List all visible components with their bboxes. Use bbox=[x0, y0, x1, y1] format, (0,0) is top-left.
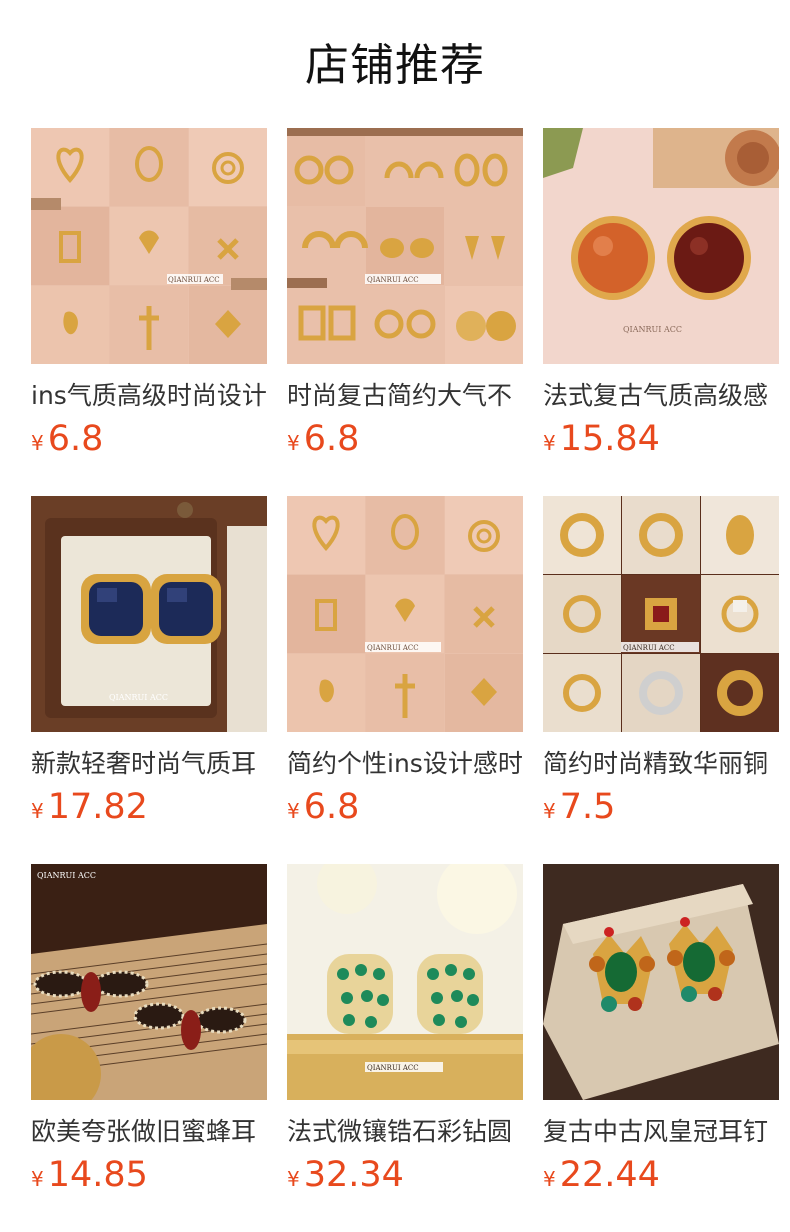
product-image[interactable]: QIANRUI ACC bbox=[543, 128, 779, 364]
product-name[interactable]: 简约个性ins设计感时 bbox=[287, 744, 523, 784]
product-image[interactable]: QIANRUI ACC bbox=[287, 128, 523, 364]
svg-text:QIANRUI ACC: QIANRUI ACC bbox=[168, 276, 220, 284]
price-amount: 6.8 bbox=[47, 419, 104, 459]
price-amount: 6.8 bbox=[303, 419, 360, 459]
price-amount: 7.5 bbox=[559, 787, 616, 827]
product-name[interactable]: ins气质高级时尚设计 bbox=[31, 376, 267, 416]
product-price: ¥6.8 bbox=[287, 786, 359, 828]
product-price: ¥17.82 bbox=[31, 786, 148, 828]
currency-symbol: ¥ bbox=[31, 799, 44, 823]
currency-symbol: ¥ bbox=[543, 799, 556, 823]
svg-text:QIANRUI ACC: QIANRUI ACC bbox=[37, 871, 96, 880]
gold-pendants-image: QIANRUI ACC bbox=[287, 496, 523, 732]
product-image[interactable]: QIANRUI ACC bbox=[287, 864, 523, 1100]
gold-hoops-image: QIANRUI ACC bbox=[287, 128, 523, 364]
price-amount: 15.84 bbox=[559, 419, 660, 459]
product-card[interactable]: QIANRUI ACC ins气质高级时尚设计 ¥6.8 bbox=[31, 128, 267, 464]
product-price: ¥6.8 bbox=[287, 418, 359, 460]
product-name[interactable]: 欧美夸张做旧蜜蜂耳 bbox=[31, 1112, 267, 1152]
product-price: ¥22.44 bbox=[543, 1154, 660, 1196]
amber-studs-image: QIANRUI ACC bbox=[543, 128, 779, 364]
currency-symbol: ¥ bbox=[543, 1167, 556, 1191]
product-card[interactable]: QIANRUI ACC 法式微镶锆石彩钻圆 ¥32.34 bbox=[287, 864, 523, 1200]
product-card[interactable]: QIANRUI ACC 欧美夸张做旧蜜蜂耳 ¥14.85 bbox=[31, 864, 267, 1200]
svg-text:QIANRUI ACC: QIANRUI ACC bbox=[623, 325, 682, 334]
product-name[interactable]: 时尚复古简约大气不 bbox=[287, 376, 523, 416]
svg-text:QIANRUI ACC: QIANRUI ACC bbox=[623, 644, 675, 652]
price-amount: 6.8 bbox=[303, 787, 360, 827]
currency-symbol: ¥ bbox=[543, 431, 556, 455]
product-card[interactable]: QIANRUI ACC 新款轻奢时尚气质耳 ¥17.82 bbox=[31, 496, 267, 832]
price-amount: 32.34 bbox=[303, 1155, 404, 1195]
product-card[interactable]: 复古中古风皇冠耳钉 ¥22.44 bbox=[543, 864, 779, 1200]
product-image[interactable]: QIANRUI ACC bbox=[31, 864, 267, 1100]
product-card[interactable]: QIANRUI ACC 法式复古气质高级感 ¥15.84 bbox=[543, 128, 779, 464]
currency-symbol: ¥ bbox=[287, 799, 300, 823]
product-name[interactable]: 法式复古气质高级感 bbox=[543, 376, 779, 416]
price-amount: 22.44 bbox=[559, 1155, 660, 1195]
product-name[interactable]: 新款轻奢时尚气质耳 bbox=[31, 744, 267, 784]
product-card[interactable]: QIANRUI ACC 时尚复古简约大气不 ¥6.8 bbox=[287, 128, 523, 464]
product-price: ¥6.8 bbox=[31, 418, 103, 460]
product-name[interactable]: 法式微镶锆石彩钻圆 bbox=[287, 1112, 523, 1152]
product-card[interactable]: QIANRUI ACC 简约个性ins设计感时 ¥6.8 bbox=[287, 496, 523, 832]
svg-text:QIANRUI ACC: QIANRUI ACC bbox=[109, 693, 168, 702]
price-amount: 14.85 bbox=[47, 1155, 148, 1195]
emerald-hoops-image: QIANRUI ACC bbox=[287, 864, 523, 1100]
product-price: ¥7.5 bbox=[543, 786, 615, 828]
gold-pendants-image: QIANRUI ACC bbox=[31, 128, 267, 364]
product-price: ¥32.34 bbox=[287, 1154, 404, 1196]
bee-earrings-image: QIANRUI ACC bbox=[31, 864, 267, 1100]
crown-earrings-image bbox=[543, 864, 779, 1100]
svg-text:QIANRUI ACC: QIANRUI ACC bbox=[367, 276, 419, 284]
currency-symbol: ¥ bbox=[31, 1167, 44, 1191]
section-title: 店铺推荐 bbox=[305, 40, 485, 91]
sapphire-earrings-image: QIANRUI ACC bbox=[31, 496, 267, 732]
product-name[interactable]: 简约时尚精致华丽铜 bbox=[543, 744, 779, 784]
product-card[interactable]: QIANRUI ACC 简约时尚精致华丽铜 ¥7.5 bbox=[543, 496, 779, 832]
svg-text:QIANRUI ACC: QIANRUI ACC bbox=[367, 644, 419, 652]
currency-symbol: ¥ bbox=[31, 431, 44, 455]
price-amount: 17.82 bbox=[47, 787, 148, 827]
product-image[interactable]: QIANRUI ACC bbox=[31, 496, 267, 732]
product-image[interactable] bbox=[543, 864, 779, 1100]
currency-symbol: ¥ bbox=[287, 431, 300, 455]
currency-symbol: ¥ bbox=[287, 1167, 300, 1191]
svg-text:QIANRUI ACC: QIANRUI ACC bbox=[367, 1064, 419, 1072]
product-image[interactable]: QIANRUI ACC bbox=[31, 128, 267, 364]
product-price: ¥15.84 bbox=[543, 418, 660, 460]
gold-rings-image: QIANRUI ACC bbox=[543, 496, 779, 732]
product-image[interactable]: QIANRUI ACC bbox=[287, 496, 523, 732]
product-name[interactable]: 复古中古风皇冠耳钉 bbox=[543, 1112, 779, 1152]
product-image[interactable]: QIANRUI ACC bbox=[543, 496, 779, 732]
product-price: ¥14.85 bbox=[31, 1154, 148, 1196]
